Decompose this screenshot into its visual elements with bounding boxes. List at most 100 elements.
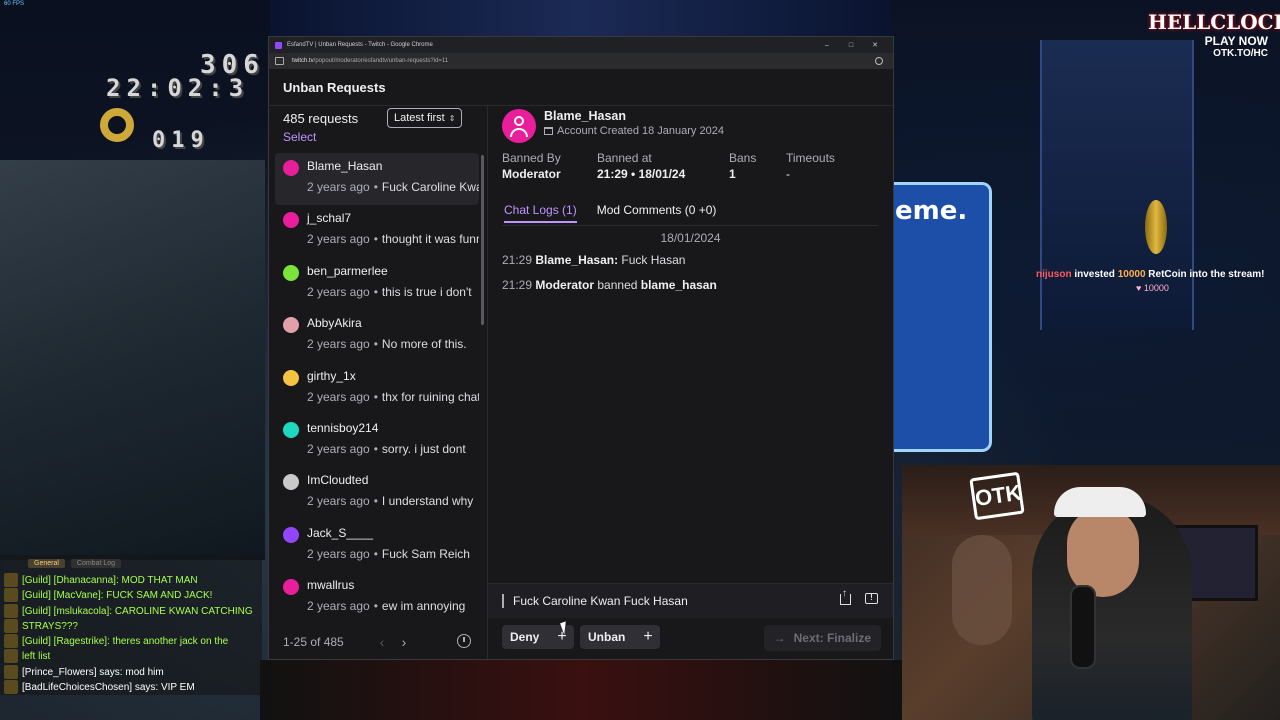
sponsor-brand: HELLCLOCK PLAY NOW OTK.TO/HC (1148, 10, 1280, 70)
detail-tabs: Chat Logs (1) Mod Comments (0 +0) (504, 203, 716, 223)
stat-label: Banned at (597, 151, 652, 165)
log-user[interactable]: Blame_Hasan: (535, 253, 618, 267)
list-scrollbar[interactable] (481, 155, 484, 325)
tab-chat-logs[interactable]: Chat Logs (1) (504, 203, 577, 223)
list-item-time: 2 years ago (307, 599, 370, 614)
list-item[interactable]: j_schal7 2 years ago • thought it was funny (275, 205, 479, 257)
list-item-time: 2 years ago (307, 232, 370, 247)
list-item[interactable]: Jack_S____ 2 years ago • Fuck Sam Reich (275, 520, 479, 572)
chat-channel-icon (4, 588, 18, 603)
avatar (283, 474, 299, 491)
microphone-icon (1070, 585, 1096, 669)
separator-dot: • (373, 441, 378, 456)
list-item-username: girthy_1x (307, 368, 356, 383)
list-item-message: ew im annoying (381, 599, 466, 614)
game-chat-line: left list (4, 649, 260, 664)
sort-dropdown[interactable]: Latest first ⇕ (387, 108, 463, 128)
webcam-feed: OTK (902, 465, 1280, 720)
list-item[interactable]: ImCloudted 2 years ago • I understand why (275, 467, 479, 519)
list-item-username: AbbyAkira (307, 316, 362, 331)
game-chat-text: [Guild] [Dhanacanna]: MOD THAT MAN (22, 575, 198, 586)
list-item-time: 2 years ago (307, 546, 370, 561)
game-chat-text: STRAYS??? (22, 620, 78, 632)
list-item-message: this is true i don't (381, 284, 472, 299)
list-item-meta: 2 years ago • sorry. i just dont (307, 442, 479, 456)
detail-username[interactable]: Blame_Hasan (544, 109, 626, 123)
chat-channel-icon (4, 573, 18, 587)
chat-log-line: 21:29 Blame_Hasan: Fuck Hasan (502, 253, 685, 267)
log-time: 21:29 (502, 278, 533, 292)
list-item-username: Jack_S____ (307, 525, 374, 540)
sort-chevron-icon: ⇕ (448, 113, 456, 123)
timer-icon[interactable] (457, 634, 471, 648)
list-item[interactable]: girthy_1x 2 years ago • thx for ruining cha… (275, 363, 479, 415)
close-icon[interactable]: ✕ (863, 41, 887, 49)
site-info-icon[interactable] (275, 57, 284, 65)
report-icon[interactable]: ! (865, 593, 878, 604)
list-item-message: thx for ruining chat (381, 389, 479, 404)
list-item-time: 2 years ago (307, 180, 370, 194)
log-date: 18/01/2024 (660, 231, 721, 245)
arrow-right-icon: → (773, 631, 786, 645)
game-chat-text: [Prince_Flowers] says: mod him (22, 666, 164, 678)
brand-url: OTK.TO/HC (1213, 48, 1268, 59)
pagination: 1-25 of 485 ‹ › (269, 623, 487, 659)
twitch-favicon-icon (275, 41, 282, 49)
share-icon[interactable] (840, 588, 851, 605)
ring-icon (100, 108, 134, 142)
chat-channel-icon (4, 618, 18, 633)
window-titlebar: EsfandTV | Unban Requests - Twitch - Goo… (269, 37, 893, 53)
prev-page-button[interactable]: ‹ (371, 634, 393, 650)
list-item-meta: 2 years ago • this is true i don't (307, 285, 479, 299)
list-item[interactable]: ben_parmerlee 2 years ago • this is true i … (275, 258, 479, 310)
avatar (283, 579, 299, 596)
webcam-cap (1054, 487, 1146, 517)
game-chat-line: [BadLifeChoicesChosen] says: VIP EM (4, 680, 260, 695)
log-target[interactable]: blame_hasan (641, 278, 717, 292)
maximize-icon[interactable]: □ (839, 42, 863, 49)
invest-text-b: RetCoin into the stream! (1145, 269, 1265, 280)
invest-text-a: invested (1071, 269, 1118, 280)
address-bar[interactable]: twitch.tv/popout/moderator/esfandtv/unba… (269, 53, 893, 69)
ban-stats: Banned By Moderator Banned at 21:29 • 18… (502, 151, 866, 181)
zoom-icon[interactable] (875, 57, 883, 65)
url-text: twitch.tv/popout/moderator/esfandtv/unba… (292, 58, 875, 64)
game-chat: General Combat Log [Guild] [Dhanacanna]:… (0, 555, 262, 695)
log-time: 21:29 (502, 253, 533, 267)
log-user[interactable]: Moderator (535, 278, 594, 292)
separator-dot: • (373, 599, 378, 614)
game-chat-tab-general: General (28, 559, 65, 568)
game-tower (1040, 40, 1194, 330)
list-item-message: Fuck Caroline Kwan (381, 180, 479, 194)
minimize-icon[interactable]: – (815, 42, 839, 49)
account-created: Account Created 18 January 2024 (544, 125, 724, 137)
list-item-meta: 2 years ago • Fuck Caroline Kwan (307, 180, 479, 194)
next-page-button[interactable]: › (393, 634, 415, 650)
separator-dot: • (373, 284, 378, 299)
stat-value: 21:29 • 18/01/24 (597, 167, 686, 181)
game-chat-line: [Guild] [mslukacola]: CAROLINE KWAN CATC… (4, 603, 260, 619)
page-title: Unban Requests (283, 79, 386, 95)
brand-tagline: PLAY NOW (1204, 34, 1268, 48)
hud-rings: 019 (152, 128, 210, 153)
game-chat-line: [Guild] [MacVane]: FUCK SAM AND JACK! (4, 588, 260, 603)
tab-mod-comments[interactable]: Mod Comments (0 +0) (597, 203, 717, 223)
request-list: Blame_Hasan 2 years ago • Fuck Caroline Kwa… (275, 153, 479, 619)
select-link[interactable]: Select (283, 130, 316, 144)
action-bar: Deny + Unban + → Next: Finalize (488, 619, 893, 659)
unban-button[interactable]: Unban + (580, 625, 660, 649)
game-chat-text: [Guild] [MacVane]: FUCK SAM AND JACK! (22, 590, 213, 602)
invest-sub: ♥ 10000 (1136, 283, 1169, 293)
list-item[interactable]: Blame_Hasan 2 years ago • Fuck Caroline Kwa… (275, 153, 479, 206)
list-item-message: Fuck Sam Reich (381, 546, 470, 561)
list-item-username: mwallrus (307, 578, 355, 593)
game-chat-text: [Guild] [mslukacola]: CAROLINE KWAN CATC… (22, 605, 253, 617)
game-chat-text: [Guild] [Ragestrike]: theres another jac… (22, 636, 229, 648)
next-finalize-button[interactable]: → Next: Finalize (763, 625, 881, 651)
list-item-message: thought it was funny (381, 232, 479, 247)
account-created-text: Account Created 18 January 2024 (557, 125, 724, 137)
list-item[interactable]: AbbyAkira 2 years ago • No more of this. (275, 310, 479, 362)
list-item[interactable]: tennisboy214 2 years ago • sorry. i just do… (275, 415, 479, 467)
list-item[interactable]: mwallrus 2 years ago • ew im annoying (275, 572, 479, 619)
request-reason: Fuck Caroline Kwan Fuck Hasan ! (488, 583, 893, 618)
